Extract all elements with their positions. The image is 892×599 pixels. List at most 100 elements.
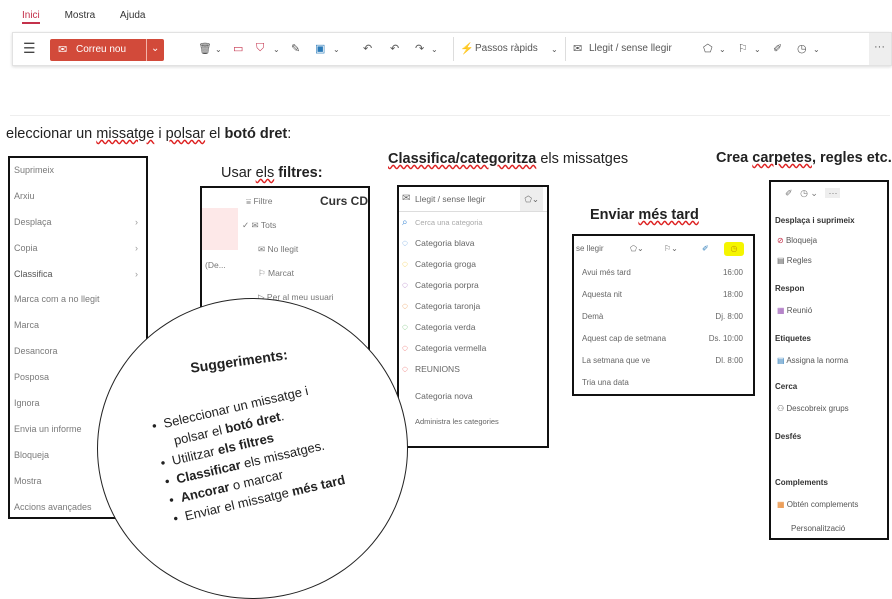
filter-option-all[interactable]: ✓ ✉ Tots — [242, 220, 276, 231]
folder-title: Curs CD — [320, 194, 369, 208]
category-item[interactable]: ◌ Categoria vermella — [399, 338, 547, 359]
read-unread-label[interactable]: Llegit / sense llegir — [589, 43, 672, 54]
pin-icon[interactable]: ✐ — [702, 236, 709, 262]
toolbar-divider — [453, 37, 454, 61]
filter-option-flagged[interactable]: ⚐ Marcat — [258, 268, 294, 279]
delete-icon[interactable]: 🗑 — [198, 42, 212, 55]
quick-steps-label[interactable]: Passos ràpids — [475, 43, 538, 54]
send-later-toolbar: se llegir ⬠⌄ ⚐⌄ ✐ ◷ — [574, 236, 753, 262]
section-move-delete: Desplaça i suprimeix — [775, 216, 855, 225]
reply-all-icon[interactable]: ↶ — [390, 42, 399, 55]
selected-message-strip — [202, 208, 238, 250]
section-addins: Complements — [775, 478, 828, 487]
tab-inici[interactable]: Inici — [22, 10, 40, 24]
more-options-button[interactable]: ··· — [825, 188, 841, 198]
flag-icon[interactable]: ⚐⌄ — [664, 236, 678, 262]
category-search-input[interactable]: ⌕ Cerca una categoria — [399, 212, 547, 233]
chevron-down-icon[interactable]: ⌄ — [151, 43, 159, 54]
customize-button[interactable]: Personalització — [791, 524, 845, 533]
menu-item-delete[interactable]: Suprimeix — [10, 158, 146, 184]
forward-icon[interactable]: ↷ — [415, 42, 424, 55]
sweep-icon[interactable]: ✎ — [291, 42, 300, 55]
archive-icon[interactable]: ▭ — [233, 42, 243, 55]
get-addins-button[interactable]: ▦ Obtén complements — [777, 500, 858, 509]
heading-text: i — [154, 126, 166, 142]
chevron-down-icon[interactable]: ⌄ — [719, 45, 726, 54]
menu-item-flag[interactable]: Marca — [10, 313, 146, 339]
clock-icon[interactable]: ◷ — [800, 188, 808, 198]
more-options-area: ··· — [869, 33, 891, 65]
new-category-button[interactable]: Categoria nova — [399, 386, 547, 407]
hamburger-menu-icon[interactable]: ☰ — [23, 40, 36, 57]
reply-icon[interactable]: ↶ — [363, 42, 372, 55]
send-later-option[interactable]: Avui més tard 16:00 — [574, 262, 753, 284]
read-unread-label: se llegir — [576, 244, 604, 253]
send-later-option[interactable]: Aquesta nit 18:00 — [574, 284, 753, 306]
envelope-icon: ✉ — [58, 44, 68, 56]
chevron-down-icon[interactable]: ⌄ — [431, 45, 438, 54]
heading-bold: més tard — [638, 207, 699, 223]
meeting-button[interactable]: ▦ Reunió — [777, 306, 812, 315]
menu-item-classify[interactable]: Classifica › — [10, 262, 146, 288]
heading-bold: filtres: — [274, 165, 323, 181]
tag-icon[interactable]: ⬠ — [703, 42, 713, 55]
option-time: 18:00 — [722, 290, 743, 299]
send-later-option[interactable]: Aquest cap de setmana Ds. 10:00 — [574, 328, 753, 350]
menu-item-archive[interactable]: Arxiu — [10, 184, 146, 210]
category-item[interactable]: ◌ Categoria groga — [399, 254, 547, 275]
filter-option-label: Marcat — [268, 268, 294, 278]
pin-icon[interactable]: ✐ — [773, 42, 782, 55]
chevron-down-icon[interactable]: ⌄ — [273, 45, 280, 54]
send-later-option[interactable]: La setmana que ve Dl. 8:00 — [574, 350, 753, 372]
filter-icon: ⩸ — [246, 196, 252, 206]
chevron-down-icon[interactable]: ⌄ — [333, 45, 340, 54]
manage-categories-button[interactable]: Administra les categories — [399, 411, 547, 432]
chevron-down-icon[interactable]: ⌄ — [754, 45, 761, 54]
addins-icon: ▦ — [777, 500, 785, 509]
clock-icon[interactable]: ◷ — [797, 42, 807, 55]
pin-icon[interactable]: ✐ — [785, 188, 793, 198]
clock-icon[interactable]: ◷ — [724, 242, 744, 256]
option-time: Dj. 8:00 — [715, 312, 743, 321]
category-item[interactable]: ◌ Categoria porpra — [399, 275, 547, 296]
rules-button[interactable]: ▤ Regles — [777, 256, 812, 265]
block-button[interactable]: ⊘ Bloqueja — [777, 236, 817, 245]
lightning-icon[interactable]: ⚡ — [460, 42, 474, 55]
option-label: Avui més tard — [582, 268, 631, 277]
category-item[interactable]: ◌ Categoria blava — [399, 233, 547, 254]
more-options-button[interactable]: ··· — [874, 41, 885, 53]
chevron-down-icon[interactable]: ⌄ — [215, 45, 222, 54]
category-item[interactable]: ◌ REUNIONS — [399, 359, 547, 380]
tab-ajuda[interactable]: Ajuda — [120, 10, 146, 21]
tag-icon: ◌ — [402, 238, 408, 249]
filter-option-label: Tots — [260, 220, 277, 230]
category-item[interactable]: ◌ Categoria taronja — [399, 296, 547, 317]
heading-bold: , regles etc. — [811, 150, 892, 166]
menu-item-mark-unread[interactable]: Marca com a no llegit — [10, 287, 146, 313]
choose-date-option[interactable]: Tria una data — [574, 372, 753, 394]
send-later-option[interactable]: Demà Dj. 8:00 — [574, 306, 753, 328]
flag-icon[interactable]: ⚐ — [738, 42, 748, 55]
move-to-icon[interactable]: ▣ — [315, 42, 325, 55]
filter-option-unread[interactable]: ✉ No llegit — [258, 244, 298, 255]
menu-item-copy[interactable]: Copia › — [10, 236, 146, 262]
suggestions-circle: Suggeriments: • Seleccionar un missatge … — [97, 298, 408, 599]
category-label: Categoria blava — [415, 238, 475, 248]
chevron-down-icon[interactable]: ⌄ — [551, 45, 558, 54]
category-label: Categoria porpra — [415, 280, 479, 290]
new-mail-separator — [146, 39, 147, 61]
heading-bold: Enviar — [590, 207, 639, 223]
tab-mostra[interactable]: Mostra — [65, 10, 96, 21]
heading-text: el — [205, 126, 225, 142]
tag-icon[interactable]: ⬠⌄ — [630, 236, 644, 262]
discover-groups-button[interactable]: ⚇ Descobreix grups — [777, 404, 849, 413]
assign-policy-button[interactable]: ▤ Assigna la norma — [777, 356, 848, 365]
tag-icon[interactable]: ⬠⌄ — [520, 187, 543, 211]
new-mail-button[interactable]: ✉ Correu nou ⌄ — [50, 39, 164, 61]
envelope-open-icon[interactable]: ✉ — [573, 42, 582, 55]
chevron-down-icon[interactable]: ⌄ — [813, 45, 820, 54]
shield-icon[interactable]: ⛉ — [256, 42, 264, 55]
filter-header[interactable]: ⩸ Filtre — [246, 196, 272, 207]
menu-item-move[interactable]: Desplaça › — [10, 210, 146, 236]
category-item[interactable]: ◌ Categoria verda — [399, 317, 547, 338]
